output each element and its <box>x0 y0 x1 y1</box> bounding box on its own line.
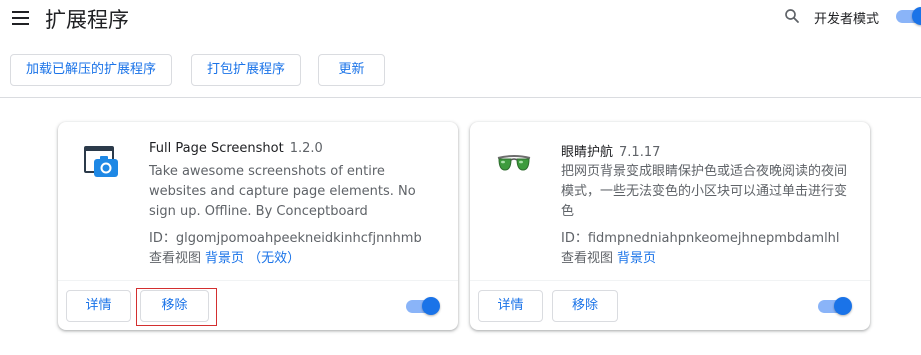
extension-version: 1.2.0 <box>289 141 323 156</box>
highlight-box <box>136 288 217 326</box>
extension-description: 把网页背景变成眼睛保护色或适合夜晚阅读的夜间模式，一些无法变色的小区块可以通过单… <box>561 164 848 219</box>
load-unpacked-button[interactable]: 加载已解压的扩展程序 <box>10 54 172 86</box>
background-page-link[interactable]: 背景页 <box>617 251 656 266</box>
extension-name: 眼睛护航 7.1.17 <box>561 145 661 160</box>
toolbar-divider <box>0 97 921 98</box>
background-page-link[interactable]: 背景页 （无效） <box>205 251 300 266</box>
green-sunglasses-icon <box>497 155 531 171</box>
camera-window-icon <box>84 146 118 177</box>
extension-version: 7.1.17 <box>619 145 661 160</box>
extension-card: Full Page Screenshot 1.2.0 Take awesome s… <box>58 122 458 330</box>
search-icon[interactable] <box>783 7 801 25</box>
extension-enable-toggle[interactable] <box>816 296 856 316</box>
developer-mode-label: 开发者模式 <box>814 12 880 27</box>
extension-id: ID：glgomjpomoahpeekneidkinhcfjnnhmb <box>149 231 422 246</box>
pack-extension-button[interactable]: 打包扩展程序 <box>191 54 301 86</box>
details-button[interactable]: 详情 <box>478 290 543 322</box>
update-button[interactable]: 更新 <box>318 54 385 86</box>
developer-mode-toggle[interactable] <box>894 6 921 26</box>
remove-button[interactable]: 移除 <box>552 290 618 322</box>
extension-card: 眼睛护航 7.1.17 把网页背景变成眼睛保护色或适合夜晚阅读的夜间模式，一些无法… <box>470 122 870 330</box>
extension-enable-toggle[interactable] <box>404 296 444 316</box>
extension-id: ID：fidmpnedniahpnkeomejhnepmbdamlhl <box>561 231 840 246</box>
hamburger-menu-icon[interactable] <box>12 11 29 25</box>
inspect-views: 查看视图 背景页 <box>561 251 657 266</box>
extension-name: Full Page Screenshot 1.2.0 <box>149 141 323 156</box>
page-title: 扩展程序 <box>45 8 129 32</box>
header: 扩展程序 开发者模式 <box>0 0 921 40</box>
inspect-views: 查看视图 背景页 （无效） <box>149 251 301 266</box>
details-button[interactable]: 详情 <box>66 290 131 322</box>
extension-description: Take awesome screenshots of entire websi… <box>149 164 416 219</box>
